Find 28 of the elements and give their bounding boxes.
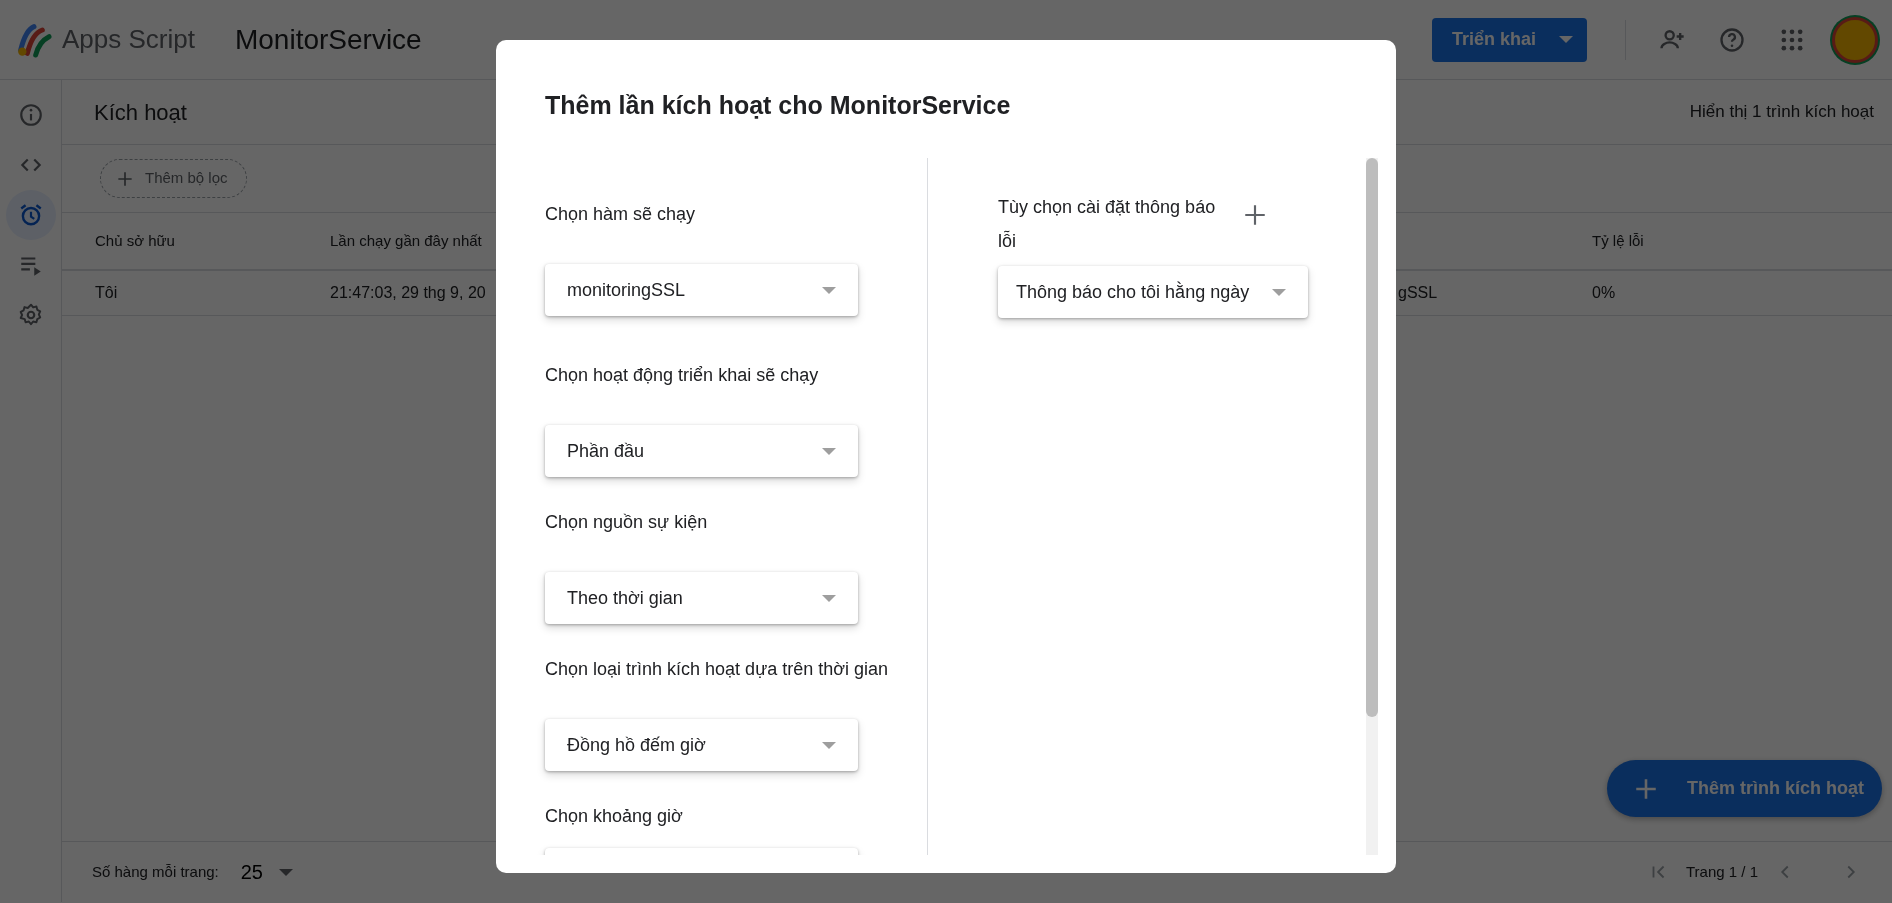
select-field[interactable]: Phần đầu (545, 425, 858, 477)
table-cell-text: 21:47:03, 29 thg 9, 20 (330, 283, 486, 303)
column-header[interactable]: Lần chạy gần đây nhất (330, 229, 482, 253)
page-title: Kích hoạt (94, 98, 187, 127)
field-label: Chọn khoảng giờ (545, 805, 684, 828)
field-label: Chọn nguồn sự kiện (545, 511, 709, 534)
table-cell-text: gSSL (1398, 283, 1438, 303)
field-label: Chọn hàm sẽ chạy (545, 203, 697, 226)
add-trigger-button[interactable]: Thêm trình kích hoạt (1607, 760, 1882, 817)
rows-per-page-label: Số hàng mỗi trang: (92, 861, 219, 882)
table-cell-text: 0% (1592, 283, 1616, 303)
rows-per-page-select[interactable]: 25 (234, 856, 299, 888)
field-label: Chọn loại trình kích hoạt dựa trên thời gian (545, 658, 890, 681)
table-cell-text: Tôi (95, 283, 118, 303)
field-label: Chọn hoạt động triển khai sẽ chạy (545, 364, 820, 387)
column-header[interactable]: Chủ sở hữu (95, 229, 175, 253)
select-field[interactable]: Đồng hồ đếm giờ (545, 719, 858, 771)
deploy-button[interactable]: Triển khai (1432, 17, 1587, 62)
select-field[interactable]: Thông báo cho tôi hằng ngày (998, 266, 1308, 318)
dialog-title: Thêm lần kích hoạt cho MonitorService (544, 90, 1012, 121)
page-indicator: Trang 1 / 1 (1686, 861, 1758, 882)
field-label: Tùy chọn cài đặt thông báo lỗi (998, 196, 1217, 253)
column-header[interactable]: Tỷ lệ lỗi (1592, 229, 1644, 253)
trigger-count: Hiển thị 1 trình kích hoạt (1689, 101, 1874, 124)
app-name: Apps Script (62, 23, 195, 56)
select-field[interactable]: monitoringSSL (545, 264, 858, 316)
project-name: MonitorService (234, 22, 422, 57)
select-field[interactable]: Theo thời gian (545, 572, 858, 624)
